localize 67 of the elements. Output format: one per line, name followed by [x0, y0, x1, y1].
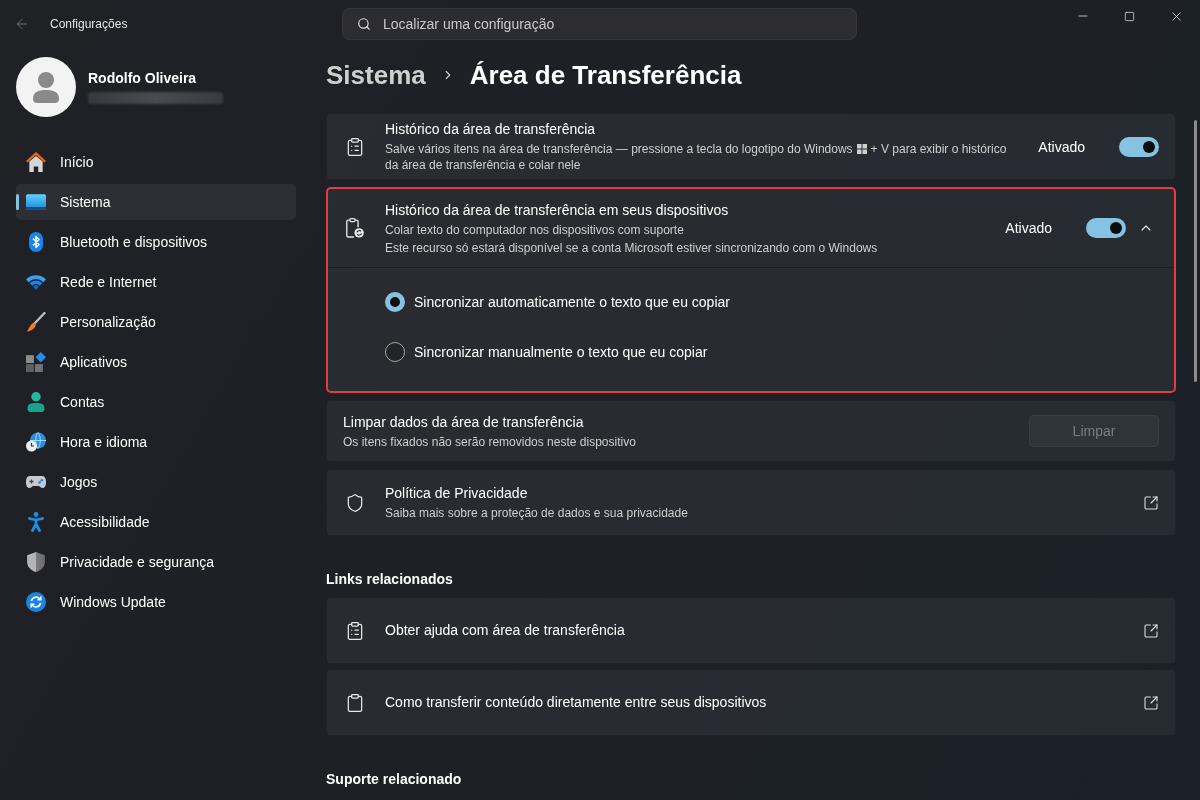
setting-description: + V para exibir o histórico [870, 141, 1007, 157]
sidebar-item[interactable]: Aplicativos [16, 344, 296, 380]
sidebar-item[interactable]: Sistema [16, 184, 296, 220]
setting-description: Salve vários itens na área de transferência — pressione a tecla do logotipo do Windows [385, 141, 853, 157]
sync-arrows-icon [26, 592, 46, 612]
link-title: Como transferir conteúdo diretamente entre seus dispositivos [385, 693, 767, 712]
setting-description: Saiba mais sobre a proteção de dados e sua privacidade [385, 505, 688, 521]
wifi-icon [26, 272, 46, 292]
sidebar-item[interactable]: Personalização [16, 304, 296, 340]
toggle-state-text: Ativado [1038, 138, 1085, 155]
radio-button-icon[interactable] [385, 342, 405, 362]
profile-name: Rodolfo Oliveira [88, 70, 198, 87]
radio-option[interactable]: Sincronizar automaticamente o texto que eu copiar [385, 277, 730, 327]
setting-title: Política de Privacidade [385, 484, 528, 503]
link-title: Obter ajuda com área de transferência [385, 621, 625, 640]
section-heading: Suporte relacionado [326, 770, 463, 789]
sidebar-item[interactable]: Início [16, 144, 296, 180]
link-card[interactable]: Política de Privacidade Saiba mais sobre a proteção de dados e sua privacidade [326, 469, 1176, 536]
shield-outline-icon [345, 492, 365, 513]
external-link-icon [1143, 622, 1159, 639]
setting-description: da área de transferência e colar nele [385, 157, 581, 173]
sidebar-item[interactable]: Rede e Internet [16, 264, 296, 300]
monitor-icon [26, 192, 46, 212]
app-title: Configurações [50, 17, 128, 31]
radio-button-icon[interactable] [385, 292, 405, 312]
setting-title: Histórico da área de transferência em seus dispositivos [385, 200, 729, 220]
house-icon [26, 152, 46, 172]
accessibility-icon [26, 512, 46, 532]
link-card[interactable]: Obter ajuda com área de transferência [326, 597, 1176, 664]
link-card[interactable]: Como transferir conteúdo diretamente entre seus dispositivos [326, 669, 1176, 736]
bluetooth-icon [26, 232, 46, 252]
sidebar-item[interactable]: Hora e idioma [16, 424, 296, 460]
search-field[interactable]: Localizar uma configuração [342, 8, 857, 40]
shield-icon [26, 552, 46, 572]
setting-title: Limpar dados da área de transferência [343, 412, 584, 432]
radio-option[interactable]: Sincronizar manualmente o texto que eu copiar [385, 327, 708, 377]
windows-logo-icon [856, 144, 867, 154]
sidebar-item[interactable]: Contas [16, 384, 296, 420]
setting-description: Os itens fixados não serão removidos neste dispositivo [343, 433, 636, 450]
avatar-icon [16, 57, 76, 117]
scrollbar-thumb[interactable] [1194, 120, 1197, 382]
paintbrush-icon [26, 312, 46, 332]
sidebar-item[interactable]: Privacidade e segurança [16, 544, 296, 580]
clipboard-icon [345, 692, 365, 713]
sidebar-item[interactable]: Bluetooth e dispositivos [16, 224, 296, 260]
toggle-switch[interactable] [1086, 218, 1126, 238]
setting-title: Histórico da área de transferência [385, 120, 596, 139]
external-link-icon [1143, 694, 1159, 711]
clipboard-list-icon [345, 620, 365, 641]
page-title: Área de Transferência [469, 59, 742, 91]
clipboard-sync-icon [345, 218, 365, 238]
globe-clock-icon [26, 432, 46, 452]
sidebar-item[interactable]: Windows Update [16, 584, 296, 620]
person-icon [26, 392, 46, 412]
setting-description: Este recurso só estará disponível se a conta Microsoft estiver sincronizando com o Windows [385, 239, 878, 256]
maximize-icon [1124, 10, 1135, 22]
search-icon [357, 17, 371, 31]
breadcrumb-link[interactable]: Sistema [326, 59, 426, 91]
clipboard-list-icon [345, 136, 365, 157]
sidebar-item[interactable]: Acessibilidade [16, 504, 296, 540]
toggle-switch[interactable] [1119, 136, 1159, 157]
sidebar-item[interactable]: Jogos [16, 464, 296, 500]
section-heading: Links relacionados [326, 570, 454, 589]
setting-description: Colar texto do computador nos dispositivos com suporte [385, 221, 684, 238]
toggle-state-text: Ativado [1005, 220, 1052, 236]
external-link-icon [1143, 494, 1159, 511]
apps-grid-icon [26, 352, 46, 372]
